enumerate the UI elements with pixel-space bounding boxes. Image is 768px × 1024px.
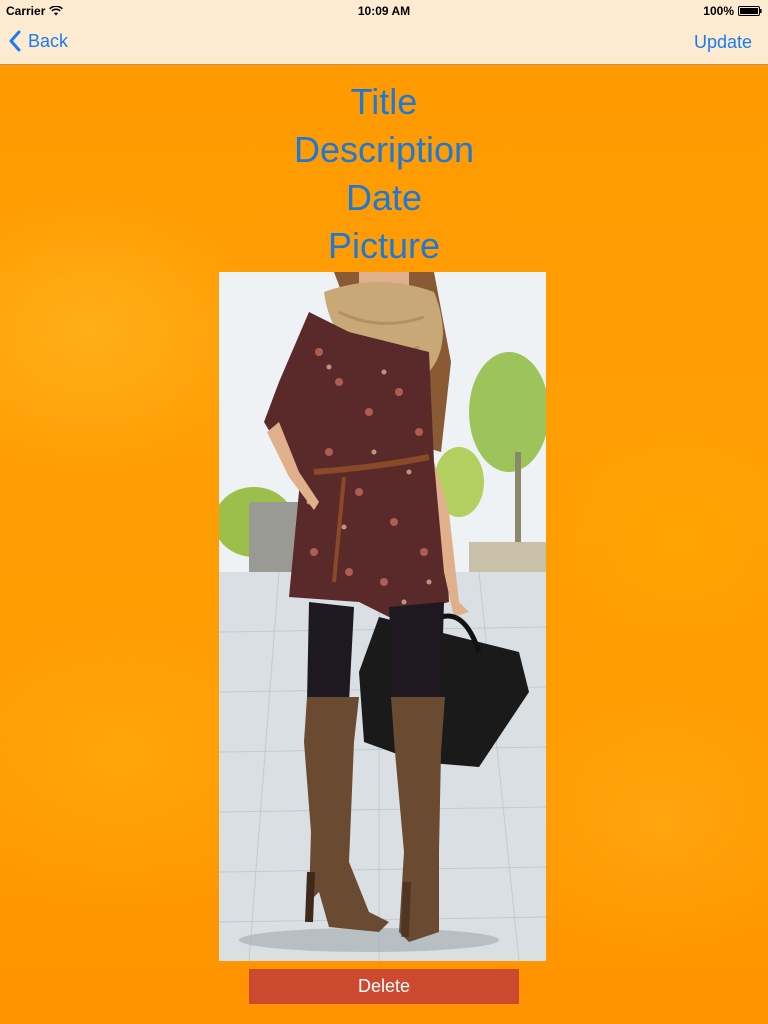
navigation-bar: Back Update <box>0 20 768 64</box>
detail-labels: Title Description Date Picture <box>0 78 768 270</box>
outfit-photo-illustration <box>219 272 546 961</box>
title-label: Title <box>350 81 418 122</box>
top-bar: Carrier 10:09 AM 100% Back Update <box>0 0 768 65</box>
date-label: Date <box>345 177 423 218</box>
picture-label: Picture <box>327 225 441 266</box>
status-bar: Carrier 10:09 AM 100% <box>0 0 768 20</box>
delete-button[interactable]: Delete <box>249 969 519 1004</box>
back-button[interactable]: Back <box>8 30 68 52</box>
battery-icon <box>738 6 762 16</box>
chevron-left-icon <box>9 30 21 52</box>
outfit-photo <box>219 272 546 961</box>
back-label: Back <box>28 30 69 51</box>
description-label: Description <box>293 129 475 170</box>
battery-percent: 100% <box>703 4 734 18</box>
update-button[interactable]: Update <box>694 32 752 53</box>
battery-indicator: 100% <box>703 4 762 18</box>
status-time: 10:09 AM <box>357 4 411 18</box>
